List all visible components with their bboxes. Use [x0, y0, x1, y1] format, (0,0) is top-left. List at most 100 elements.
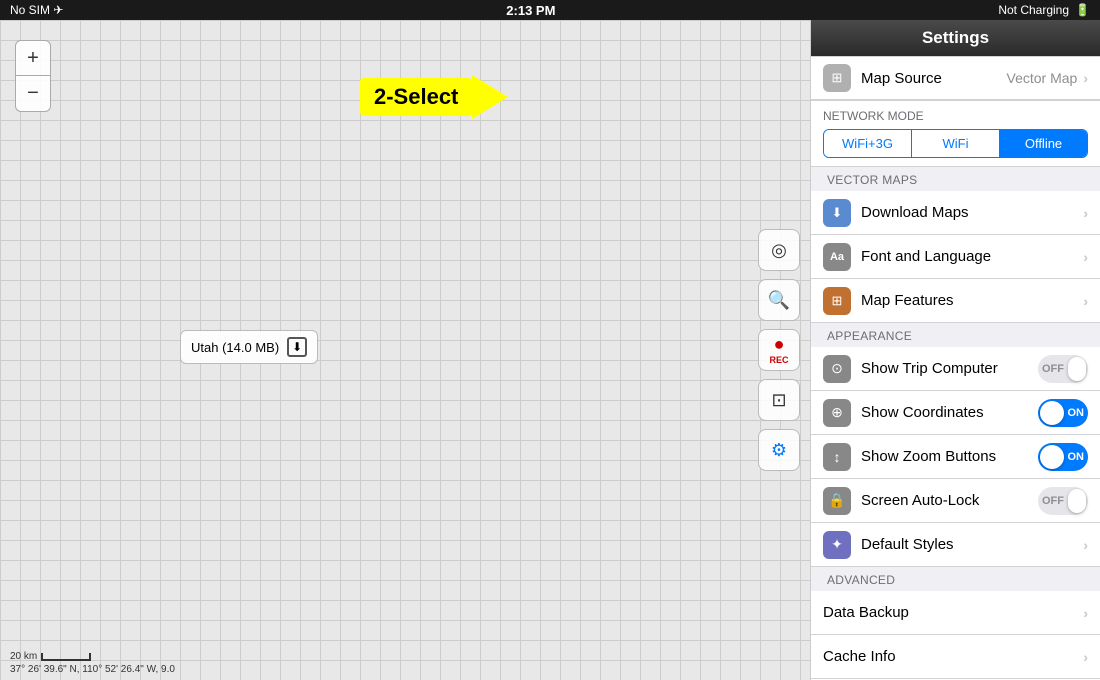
font-language-icon: Aa	[823, 243, 851, 271]
zoom-buttons-icon: ↕	[823, 443, 851, 471]
carrier-label: No SIM ✈	[10, 3, 63, 17]
settings-row-default-styles[interactable]: ✦ Default Styles ›	[811, 523, 1100, 567]
zoom-in-button[interactable]: +	[15, 40, 51, 76]
network-wifi-button[interactable]: WiFi	[911, 130, 999, 157]
data-backup-chevron: ›	[1083, 605, 1088, 621]
annotation-2select-label: 2-Select	[360, 78, 472, 116]
status-time: 2:13 PM	[506, 3, 555, 18]
zoom-buttons-toggle[interactable]: ON	[1038, 443, 1088, 471]
layers-button[interactable]: ⊡	[758, 379, 800, 421]
settings-row-download-maps[interactable]: ⬇ Download Maps ›	[811, 191, 1100, 235]
status-left: No SIM ✈	[10, 3, 63, 17]
settings-row-cache-info[interactable]: Cache Info ›	[811, 635, 1100, 679]
map-features-icon: ⊞	[823, 287, 851, 315]
settings-row-data-backup[interactable]: Data Backup ›	[811, 591, 1100, 635]
right-toolbar: ◎ 🔍 ● REC ⊡ ⚙	[758, 229, 800, 471]
utah-label-text: Utah (14.0 MB)	[191, 340, 279, 355]
auto-lock-icon: 🔒	[823, 487, 851, 515]
map-source-value: Vector Map	[1007, 70, 1078, 86]
auto-lock-toggle-knob	[1068, 489, 1086, 513]
coordinates-icon: ⊕	[823, 399, 851, 427]
zoom-out-button[interactable]: −	[15, 76, 51, 112]
settings-title: Settings	[922, 28, 989, 47]
coordinates-label: 37° 26' 39.6" N, 110° 52' 26.4" W, 9.0	[10, 664, 175, 675]
zoom-buttons-toggle-knob	[1040, 445, 1064, 469]
zoom-controls: + −	[15, 40, 51, 112]
default-styles-label: Default Styles	[861, 536, 1083, 553]
font-language-chevron: ›	[1083, 249, 1088, 265]
scale-bar: 20 km	[10, 651, 175, 662]
settings-panel: Settings ⊞ Map Source Vector Map › Netwo…	[810, 20, 1100, 680]
annotation-2select-arrow	[472, 75, 508, 119]
cache-info-chevron: ›	[1083, 649, 1088, 665]
network-segmented-control[interactable]: WiFi+3G WiFi Offline	[823, 129, 1088, 158]
record-icon: ●	[774, 335, 785, 353]
trip-computer-toggle-text: OFF	[1042, 363, 1064, 375]
coordinates-toggle-knob	[1040, 401, 1064, 425]
auto-lock-toggle[interactable]: OFF	[1038, 487, 1088, 515]
zoom-buttons-toggle-text: ON	[1068, 451, 1085, 463]
default-styles-icon: ✦	[823, 531, 851, 559]
download-maps-icon: ⬇	[823, 199, 851, 227]
trip-computer-icon: ⊙	[823, 355, 851, 383]
settings-row-map-features[interactable]: ⊞ Map Features ›	[811, 279, 1100, 323]
trip-computer-label: Show Trip Computer	[861, 360, 1038, 377]
settings-row-trip-computer[interactable]: ⊙ Show Trip Computer OFF	[811, 347, 1100, 391]
coordinates-label-row: Show Coordinates	[861, 404, 1038, 421]
cache-info-label: Cache Info	[823, 648, 1083, 665]
map-source-icon: ⊞	[823, 64, 851, 92]
coordinates-toggle[interactable]: ON	[1038, 399, 1088, 427]
settings-header: Settings	[811, 20, 1100, 56]
data-backup-label: Data Backup	[823, 604, 1083, 621]
settings-row-zoom-buttons[interactable]: ↕ Show Zoom Buttons ON	[811, 435, 1100, 479]
search-button[interactable]: 🔍	[758, 279, 800, 321]
settings-row-font-language[interactable]: Aa Font and Language ›	[811, 235, 1100, 279]
settings-row-map-source[interactable]: ⊞ Map Source Vector Map ›	[811, 56, 1100, 100]
battery-icon: 🔋	[1075, 3, 1090, 17]
vector-maps-section-header: Vector Maps	[811, 167, 1100, 191]
utah-label: Utah (14.0 MB) ⬇	[180, 330, 318, 364]
network-offline-button[interactable]: Offline	[999, 130, 1087, 157]
main-content: 2-Select + − Utah (14.0 MB) ⬇ ◎ 🔍 ● REC	[0, 20, 1100, 680]
map-features-label: Map Features	[861, 292, 1083, 309]
network-mode-label: Network Mode	[823, 109, 1088, 123]
settings-row-coordinates[interactable]: ⊕ Show Coordinates ON	[811, 391, 1100, 435]
zoom-buttons-label: Show Zoom Buttons	[861, 448, 1038, 465]
map-source-label: Map Source	[861, 70, 1007, 87]
network-mode-section: Network Mode WiFi+3G WiFi Offline	[811, 100, 1100, 167]
auto-lock-toggle-text: OFF	[1042, 495, 1064, 507]
coordinates-toggle-text: ON	[1068, 407, 1085, 419]
map-grid	[0, 20, 810, 680]
advanced-section-header: Advanced	[811, 567, 1100, 591]
map-source-chevron: ›	[1083, 70, 1088, 86]
location-button[interactable]: ◎	[758, 229, 800, 271]
scale-line	[41, 653, 91, 661]
settings-outer: Settings ⊞ Map Source Vector Map › Netwo…	[810, 20, 1100, 680]
appearance-section-header: Appearance	[811, 323, 1100, 347]
map-bottom-info: 20 km 37° 26' 39.6" N, 110° 52' 26.4" W,…	[10, 651, 175, 675]
map-area: 2-Select + − Utah (14.0 MB) ⬇ ◎ 🔍 ● REC	[0, 20, 810, 680]
download-icon[interactable]: ⬇	[287, 337, 307, 357]
map-features-chevron: ›	[1083, 293, 1088, 309]
download-maps-label: Download Maps	[861, 204, 1083, 221]
battery-label: Not Charging	[998, 3, 1069, 17]
gear-icon: ⚙	[771, 441, 787, 459]
settings-row-auto-lock[interactable]: 🔒 Screen Auto-Lock OFF	[811, 479, 1100, 523]
network-wifi3g-button[interactable]: WiFi+3G	[824, 130, 911, 157]
record-button[interactable]: ● REC	[758, 329, 800, 371]
annotation-2select: 2-Select	[360, 75, 508, 119]
search-icon: 🔍	[768, 291, 790, 309]
status-right: Not Charging 🔋	[998, 3, 1090, 17]
record-label: REC	[769, 355, 788, 365]
layers-icon: ⊡	[771, 391, 786, 409]
scale-label: 20 km	[10, 651, 37, 662]
auto-lock-label: Screen Auto-Lock	[861, 492, 1038, 509]
settings-body: ⊞ Map Source Vector Map › Network Mode W…	[811, 56, 1100, 680]
font-language-label: Font and Language	[861, 248, 1083, 265]
download-maps-chevron: ›	[1083, 205, 1088, 221]
trip-computer-toggle[interactable]: OFF	[1038, 355, 1088, 383]
default-styles-chevron: ›	[1083, 537, 1088, 553]
location-icon: ◎	[771, 241, 787, 259]
status-bar: No SIM ✈ 2:13 PM Not Charging 🔋	[0, 0, 1100, 20]
settings-map-button[interactable]: ⚙	[758, 429, 800, 471]
